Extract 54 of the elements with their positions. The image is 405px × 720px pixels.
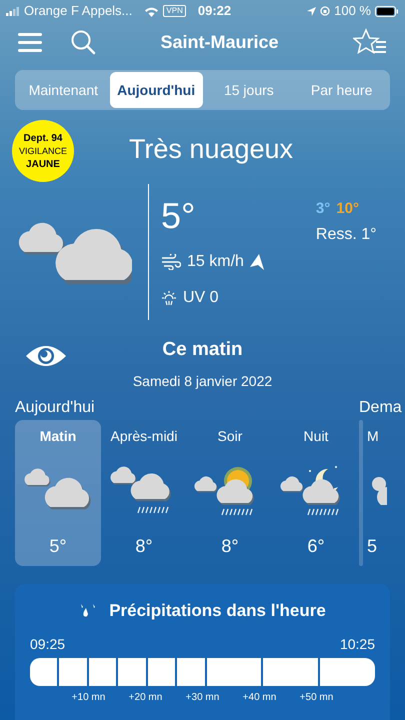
wind-icon — [161, 254, 181, 270]
wifi-icon — [144, 6, 160, 16]
condition-text: Très nuageux — [128, 132, 294, 166]
orientation-lock-icon — [320, 6, 330, 16]
period-name: M — [367, 427, 379, 446]
period-name: Nuit — [304, 427, 328, 446]
tab[interactable]: Aujourd'hui — [110, 72, 202, 108]
sun-icon — [161, 290, 177, 306]
period-temperature: 5 — [367, 535, 378, 558]
period-card[interactable]: Soir 8° — [187, 420, 273, 566]
period-temperature: 6° — [307, 535, 325, 558]
period-name: Matin — [40, 427, 76, 446]
start-time: 09:25 — [30, 634, 66, 654]
time-tick: +20 mn — [128, 690, 162, 704]
precipitation-title: Précipitations dans l'heure — [109, 600, 326, 622]
favorites-list-button[interactable] — [353, 28, 387, 56]
period-name: Après-midi — [110, 427, 178, 446]
uv-index: UV 0 — [183, 288, 219, 308]
time-tick: +10 mn — [72, 690, 106, 704]
clock-time: 09:22 — [198, 2, 232, 20]
period-card[interactable]: Après-midi 8° — [101, 420, 187, 566]
period-temperature: 8° — [135, 535, 153, 558]
day-label: Aujourd'hui — [15, 398, 96, 418]
period-card[interactable]: Matin 5° — [15, 420, 101, 566]
signal-icon — [6, 6, 20, 16]
wind-speed: 15 km/h — [187, 252, 244, 272]
section-date: Samedi 8 janvier 2022 — [132, 372, 272, 391]
feels-like-temperature: Ress. 1° — [316, 224, 377, 244]
period-temperature: 5° — [49, 535, 67, 558]
vigilance-text: Dept. 94 — [24, 132, 62, 144]
time-tick: +40 mn — [242, 690, 276, 704]
vigilance-text: VIGILANCE — [18, 144, 67, 158]
day-label: Dema — [359, 398, 402, 418]
min-temperature: 3° — [316, 199, 330, 219]
period-card[interactable]: Nuit 6° — [273, 420, 359, 566]
search-button[interactable] — [70, 29, 96, 55]
battery-icon — [375, 6, 399, 16]
time-tick: +30 mn — [186, 690, 220, 704]
period-name: Soir — [218, 427, 242, 446]
vigilance-text: JAUNE — [26, 158, 60, 170]
current-temperature: 5° — [161, 196, 196, 236]
carrier-name: Orange F Appels... — [24, 2, 132, 20]
time-tick: +50 mn — [300, 690, 334, 704]
city-title: Saint-Maurice — [159, 30, 280, 54]
battery-percent: 100 % — [334, 2, 371, 20]
end-time: 10:25 — [340, 634, 375, 654]
location-arrow-icon — [307, 6, 316, 16]
period-card[interactable]: M 5 — [367, 420, 397, 566]
max-temperature: 10° — [336, 199, 359, 219]
vigilance-badge[interactable]: Dept. 94 VIGILANCE JAUNE — [12, 120, 74, 182]
period-temperature: 8° — [221, 535, 239, 558]
section-title: Ce matin — [162, 338, 243, 362]
wind-direction-arrow-icon — [250, 254, 264, 270]
vpn-badge: VPN — [163, 5, 186, 17]
